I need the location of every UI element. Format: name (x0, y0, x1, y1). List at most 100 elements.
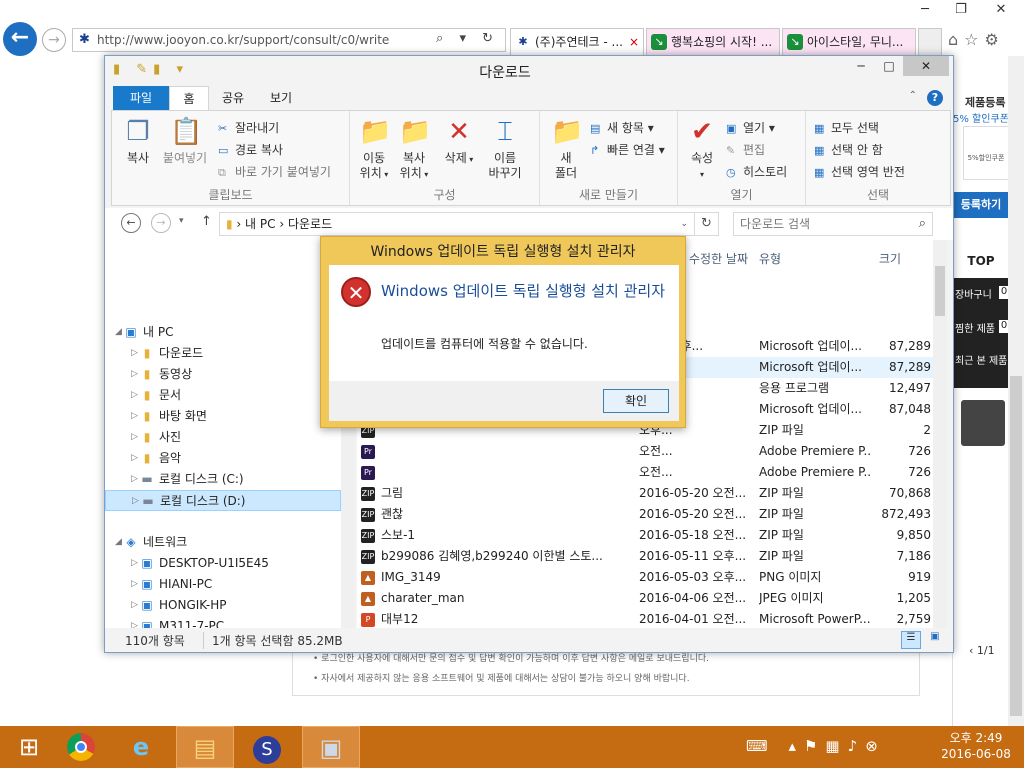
table-row[interactable]: ZIP 스보-1 2016-05-18 오전... ZIP 파일 9,850 (357, 525, 933, 546)
select-none-button[interactable]: ▦ 선택 안 함 (814, 141, 883, 158)
tree-item[interactable]: ▷ ▮ 바탕 화면 (105, 406, 341, 427)
table-row[interactable]: ▲ charater_man 2016-04-06 오전... JPEG 이미지 1,2… (357, 588, 933, 609)
tab-share[interactable]: 공유 (213, 86, 253, 110)
volume-icon[interactable]: ♪ (848, 737, 866, 755)
system-tray[interactable]: ⌨ ▴⚑▦♪⊗ (746, 737, 886, 755)
tray-expand-icon[interactable]: ▴ (788, 737, 804, 755)
browser-tab-shopping[interactable]: ↘ 행복쇼핑의 시작! ... (646, 28, 780, 56)
new-tab-button[interactable] (918, 28, 942, 56)
table-row[interactable]: ZIP b299086 김혜영,b299240 이한별 스토... 2016-05-… (357, 546, 933, 567)
cart-label[interactable]: 장바구니 (955, 286, 992, 301)
maximize-button[interactable]: □ (875, 56, 903, 76)
tab-home[interactable]: 홈 (169, 86, 209, 110)
table-row[interactable]: ZIP 그림 2016-05-20 오전... ZIP 파일 70,868 (357, 483, 933, 504)
register-button[interactable]: 등록하기 (953, 192, 1009, 218)
file-scroll-thumb[interactable] (935, 266, 945, 316)
explorer-icon[interactable]: ▤ (176, 726, 234, 768)
breadcrumb-dropdown-icon[interactable]: ⌄ (680, 213, 688, 235)
collapse-arrow-icon[interactable]: ◢ (115, 322, 122, 343)
table-row[interactable]: Pr 오전... Adobe Premiere P... 726 (357, 441, 933, 462)
easy-access-button[interactable]: ↱ 빠른 연결 ▾ (590, 141, 665, 158)
ok-button[interactable]: 확인 (603, 389, 669, 413)
move-to-button[interactable]: 📁 이동 위치 ▾ (354, 117, 394, 182)
title-bar[interactable]: ▮ ✎▮ ▾ 다운로드 ─ □ ✕ (105, 56, 953, 86)
nav-back-button[interactable]: ← (121, 213, 141, 233)
delete-button[interactable]: ✕ 삭제 ▾ (442, 117, 476, 167)
nav-forward-button[interactable]: → (151, 213, 171, 233)
table-row[interactable]: ZIP 괜찮 2016-05-20 오전... ZIP 파일 872,493 (357, 504, 933, 525)
column-type[interactable]: 유형 (759, 250, 781, 267)
ie-icon[interactable]: e (112, 726, 170, 768)
collapse-ribbon-icon[interactable]: ⌃ (909, 90, 917, 101)
open-button[interactable]: ▣ 열기 ▾ (726, 119, 775, 136)
paste-button[interactable]: 📋 붙여넣기 (160, 117, 210, 166)
expand-arrow-icon[interactable]: ▷ (131, 343, 138, 364)
address-tools[interactable]: ⌕ ▾ ↻ (436, 31, 499, 46)
tab-file[interactable]: 파일 (113, 86, 169, 110)
table-row[interactable]: Pr 오전... Adobe Premiere P... 726 (357, 462, 933, 483)
minimize-button[interactable]: ─ (908, 0, 942, 20)
expand-arrow-icon[interactable]: ▷ (132, 491, 139, 512)
table-row[interactable]: P 대부12 2016-04-01 오전... Microsoft PowerP...… (357, 609, 933, 628)
webpage-scroll-thumb[interactable] (1010, 376, 1022, 716)
breadcrumb-this-pc[interactable]: 내 PC (245, 217, 275, 231)
browser-tab-istyle[interactable]: ↘ 아이스타일, 무니... (782, 28, 916, 56)
recent-locations-icon[interactable]: ▾ (179, 216, 184, 226)
tree-item[interactable]: ▷ ▬ 로컬 디스크 (C:) (105, 469, 341, 490)
expand-arrow-icon[interactable]: ▷ (131, 364, 138, 385)
breadcrumb[interactable]: ▮ › 내 PC › 다운로드 ⌄ (219, 212, 695, 236)
collapse-arrow-icon[interactable]: ◢ (115, 532, 122, 553)
column-date-modified[interactable]: 수정한 날짜 (689, 250, 748, 267)
restore-button[interactable]: ❐ (944, 0, 978, 20)
expand-arrow-icon[interactable]: ▷ (131, 469, 138, 490)
select-all-button[interactable]: ▦ 모두 선택 (814, 119, 879, 136)
cut-button[interactable]: ✂ 잘라내기 (218, 119, 279, 136)
tablet-thumbnail[interactable] (961, 400, 1005, 446)
tab-view[interactable]: 보기 (261, 86, 301, 110)
keyboard-icon[interactable]: ⌨ (746, 737, 776, 755)
paste-shortcut-button[interactable]: ⧉ 바로 가기 붙여넣기 (218, 163, 331, 180)
expand-arrow-icon[interactable]: ▷ (131, 427, 138, 448)
tree-item[interactable]: ▷ ▣ DESKTOP-U1I5E45 (105, 553, 341, 574)
start-button[interactable]: ⊞ (0, 726, 58, 768)
breadcrumb-downloads[interactable]: 다운로드 (288, 217, 332, 231)
up-button[interactable]: ↑ (201, 214, 212, 229)
column-size[interactable]: 크기 (879, 250, 901, 267)
close-button[interactable]: ✕ (903, 56, 949, 76)
expand-arrow-icon[interactable]: ▷ (131, 385, 138, 406)
invert-selection-button[interactable]: ▦ 선택 영역 반전 (814, 163, 905, 180)
address-bar[interactable]: ✱ http://www.jooyon.co.kr/support/consul… (72, 28, 506, 52)
expand-arrow-icon[interactable]: ▷ (131, 406, 138, 427)
tree-item[interactable]: ▷ ▣ HONGIK-HP (105, 595, 341, 616)
installer-icon[interactable]: ▣ (302, 726, 360, 768)
tree-item[interactable]: ▷ ▮ 음악 (105, 448, 341, 469)
expand-arrow-icon[interactable]: ▷ (131, 553, 138, 574)
tree-item[interactable]: ▷ ▮ 다운로드 (105, 343, 341, 364)
table-row[interactable]: ▲ IMG_3149 2016-05-03 오후... PNG 이미지 919 (357, 567, 933, 588)
tree-item[interactable]: ▷ ▣ M311-7-PC (105, 616, 341, 628)
browser-s-icon[interactable]: S (238, 726, 296, 768)
browser-tab-jooyon[interactable]: ✱ (주)주연테크 - ... × (510, 28, 644, 56)
details-view-icon[interactable]: ☰ (901, 631, 921, 649)
tree-item[interactable]: ◢ ◈ 네트워크 (105, 532, 341, 553)
refresh-button[interactable]: ↻ (695, 212, 719, 236)
expand-arrow-icon[interactable]: ▷ (131, 574, 138, 595)
help-icon[interactable]: ? (927, 90, 943, 106)
clock[interactable]: 오후 2:49 2016-06-08 (936, 730, 1016, 762)
copy-button[interactable]: ❐ 복사 (118, 117, 158, 166)
security-icon[interactable]: ⊗ (865, 737, 886, 755)
tree-item[interactable]: ▷ ▬ 로컬 디스크 (D:) (105, 490, 341, 511)
search-input[interactable]: 다운로드 검색 ⌕ (733, 212, 933, 236)
network-icon[interactable]: ▦ (825, 737, 847, 755)
expand-arrow-icon[interactable]: ▷ (131, 616, 138, 628)
minimize-button[interactable]: ─ (847, 56, 875, 76)
tree-item[interactable]: ◢ ▣ 내 PC (105, 322, 341, 343)
tree-item[interactable]: ▷ ▮ 동영상 (105, 364, 341, 385)
history-button[interactable]: ◷ 히스토리 (726, 163, 787, 180)
thumbnails-view-icon[interactable]: ▣ (925, 631, 945, 649)
wish-label[interactable]: 찜한 제품 (955, 320, 995, 335)
pager[interactable]: ‹ 1/1 (969, 644, 995, 657)
expand-arrow-icon[interactable]: ▷ (131, 595, 138, 616)
properties-button[interactable]: ✔ 속성 ▾ (684, 117, 720, 182)
back-button[interactable]: ← (3, 22, 37, 56)
